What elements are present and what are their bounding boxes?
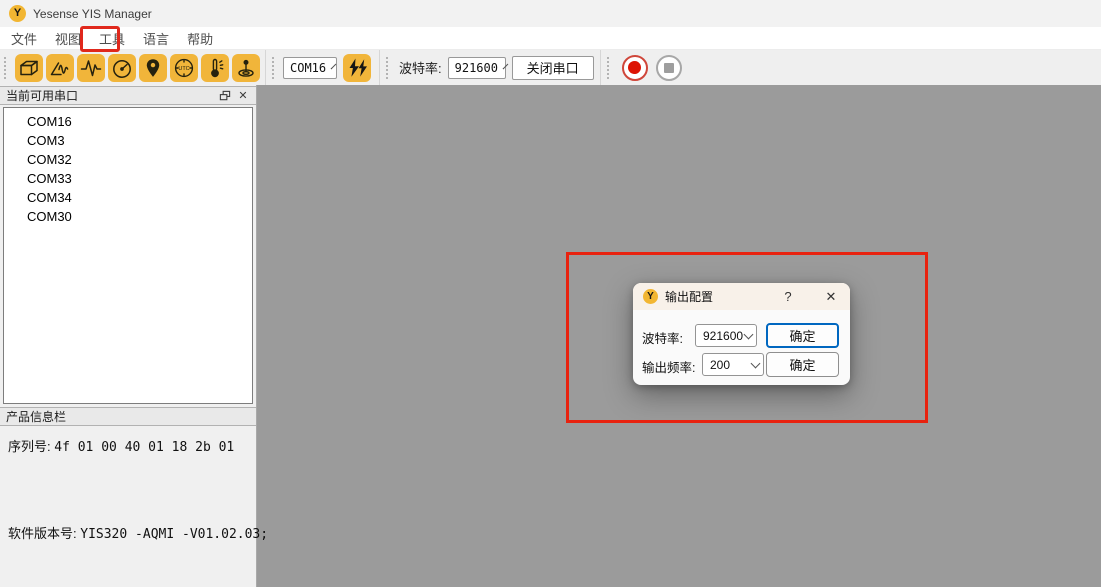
toolbar: UTC COM16 波特率: 921600 关闭串口: [0, 50, 1101, 85]
imu-sensor-button[interactable]: [232, 54, 260, 82]
toolbar-separator: [379, 50, 380, 85]
waveform-button[interactable]: [77, 54, 105, 82]
dialog-logo-icon: Y: [643, 289, 658, 304]
dialog-rate-label: 输出频率:: [642, 357, 695, 376]
chevron-down-icon: [751, 358, 761, 368]
imu-sensor-icon: [234, 56, 258, 80]
angle-wave-icon: [48, 56, 72, 80]
refresh-lightning-icon: [345, 56, 369, 80]
chevron-down-icon: [331, 63, 337, 69]
utc-clock-icon: UTC: [172, 56, 196, 80]
port-combobox[interactable]: COM16: [283, 57, 337, 79]
dialog-close-button[interactable]: ✕: [818, 283, 844, 310]
gauge-button[interactable]: [108, 54, 136, 82]
menu-item-language[interactable]: 语言: [136, 29, 176, 48]
thermometer-button[interactable]: [201, 54, 229, 82]
baud-rate-combobox[interactable]: 921600: [448, 57, 506, 79]
toolbar-drag-handle[interactable]: [4, 57, 10, 79]
toolbar-separator: [600, 50, 601, 85]
utc-clock-button[interactable]: UTC: [170, 54, 198, 82]
cube-3d-button[interactable]: [15, 54, 43, 82]
dock-float-button[interactable]: [216, 88, 234, 103]
dialog-rate-ok-button[interactable]: 确定: [766, 352, 839, 377]
menu-item-view[interactable]: 视图: [48, 29, 88, 48]
dialog-baud-ok-button[interactable]: 确定: [766, 323, 839, 348]
list-item-port[interactable]: COM34: [4, 188, 252, 207]
record-button[interactable]: [622, 55, 648, 81]
toolbar-drag-handle[interactable]: [386, 57, 392, 79]
dock-title: 当前可用串口: [6, 87, 78, 104]
window-title: Yesense YIS Manager: [33, 7, 152, 21]
list-item-port[interactable]: COM3: [4, 131, 252, 150]
menu-item-tools[interactable]: 工具: [92, 29, 132, 48]
angle-wave-button[interactable]: [46, 54, 74, 82]
location-pin-icon: [141, 56, 165, 80]
serial-number-line: 序列号: 4f 01 00 40 01 18 2b 01: [8, 436, 234, 455]
location-pin-button[interactable]: [139, 54, 167, 82]
toolbar-drag-handle[interactable]: [607, 57, 613, 79]
dialog-baud-value: 921600: [703, 329, 743, 343]
waveform-icon: [79, 56, 103, 80]
baud-rate-label: 波特率:: [399, 58, 442, 77]
close-serial-port-button[interactable]: 关闭串口: [512, 56, 594, 80]
dock-header-product-info: 产品信息栏: [0, 407, 256, 426]
product-info-title: 产品信息栏: [6, 408, 66, 425]
menu-item-file[interactable]: 文件: [4, 29, 44, 48]
list-item-port[interactable]: COM16: [4, 112, 252, 131]
serial-port-dock-panel: 当前可用串口 ✕ COM16 COM3 COM32 COM33 COM34 CO…: [0, 85, 257, 587]
serial-number-label: 序列号:: [8, 439, 51, 454]
software-version-line: 软件版本号: YIS320 -AQMI -V01.02.03;: [8, 523, 268, 542]
software-version-value: YIS320 -AQMI -V01.02.03;: [80, 527, 268, 542]
dock-close-button[interactable]: ✕: [234, 88, 252, 103]
thermometer-icon: [203, 56, 227, 80]
dialog-title: 输出配置: [665, 288, 713, 305]
chevron-down-icon: [744, 329, 754, 339]
menu-item-help[interactable]: 帮助: [180, 29, 220, 48]
dock-header-available-ports: 当前可用串口 ✕: [0, 86, 256, 105]
software-version-label: 软件版本号:: [8, 526, 77, 541]
svg-text:UTC: UTC: [178, 66, 189, 72]
list-item-port[interactable]: COM33: [4, 169, 252, 188]
toolbar-drag-handle[interactable]: [272, 57, 278, 79]
chevron-down-icon: [503, 63, 509, 69]
available-ports-list[interactable]: COM16 COM3 COM32 COM33 COM34 COM30: [3, 107, 253, 404]
stop-button[interactable]: [656, 55, 682, 81]
port-combobox-value: COM16: [290, 61, 326, 75]
serial-number-value: 4f 01 00 40 01 18 2b 01: [54, 440, 234, 455]
dialog-help-button[interactable]: ?: [777, 283, 799, 310]
record-icon: [628, 61, 641, 74]
dialog-rate-value: 200: [710, 358, 730, 372]
baud-rate-combobox-value: 921600: [455, 61, 498, 75]
refresh-ports-button[interactable]: [343, 54, 371, 82]
close-icon: ✕: [238, 89, 247, 102]
dialog-baud-combobox[interactable]: 921600: [695, 324, 757, 347]
close-icon: ✕: [826, 289, 837, 304]
list-item-port[interactable]: COM32: [4, 150, 252, 169]
dialog-rate-combobox[interactable]: 200: [702, 353, 764, 376]
titlebar: Y Yesense YIS Manager: [0, 0, 1101, 27]
menubar: 文件 视图 工具 语言 帮助: [0, 27, 1101, 50]
stop-icon: [664, 63, 674, 73]
output-config-dialog: Y 输出配置 ? ✕ 波特率: 921600 确定 输出频率: 200 确定: [633, 283, 850, 385]
dialog-baud-label: 波特率:: [642, 328, 683, 347]
list-item-port[interactable]: COM30: [4, 207, 252, 226]
float-window-icon: [219, 90, 231, 102]
app-logo-icon: Y: [9, 5, 26, 22]
gauge-icon: [110, 56, 134, 80]
toolbar-separator: [265, 50, 266, 85]
cube-3d-icon: [17, 56, 41, 80]
